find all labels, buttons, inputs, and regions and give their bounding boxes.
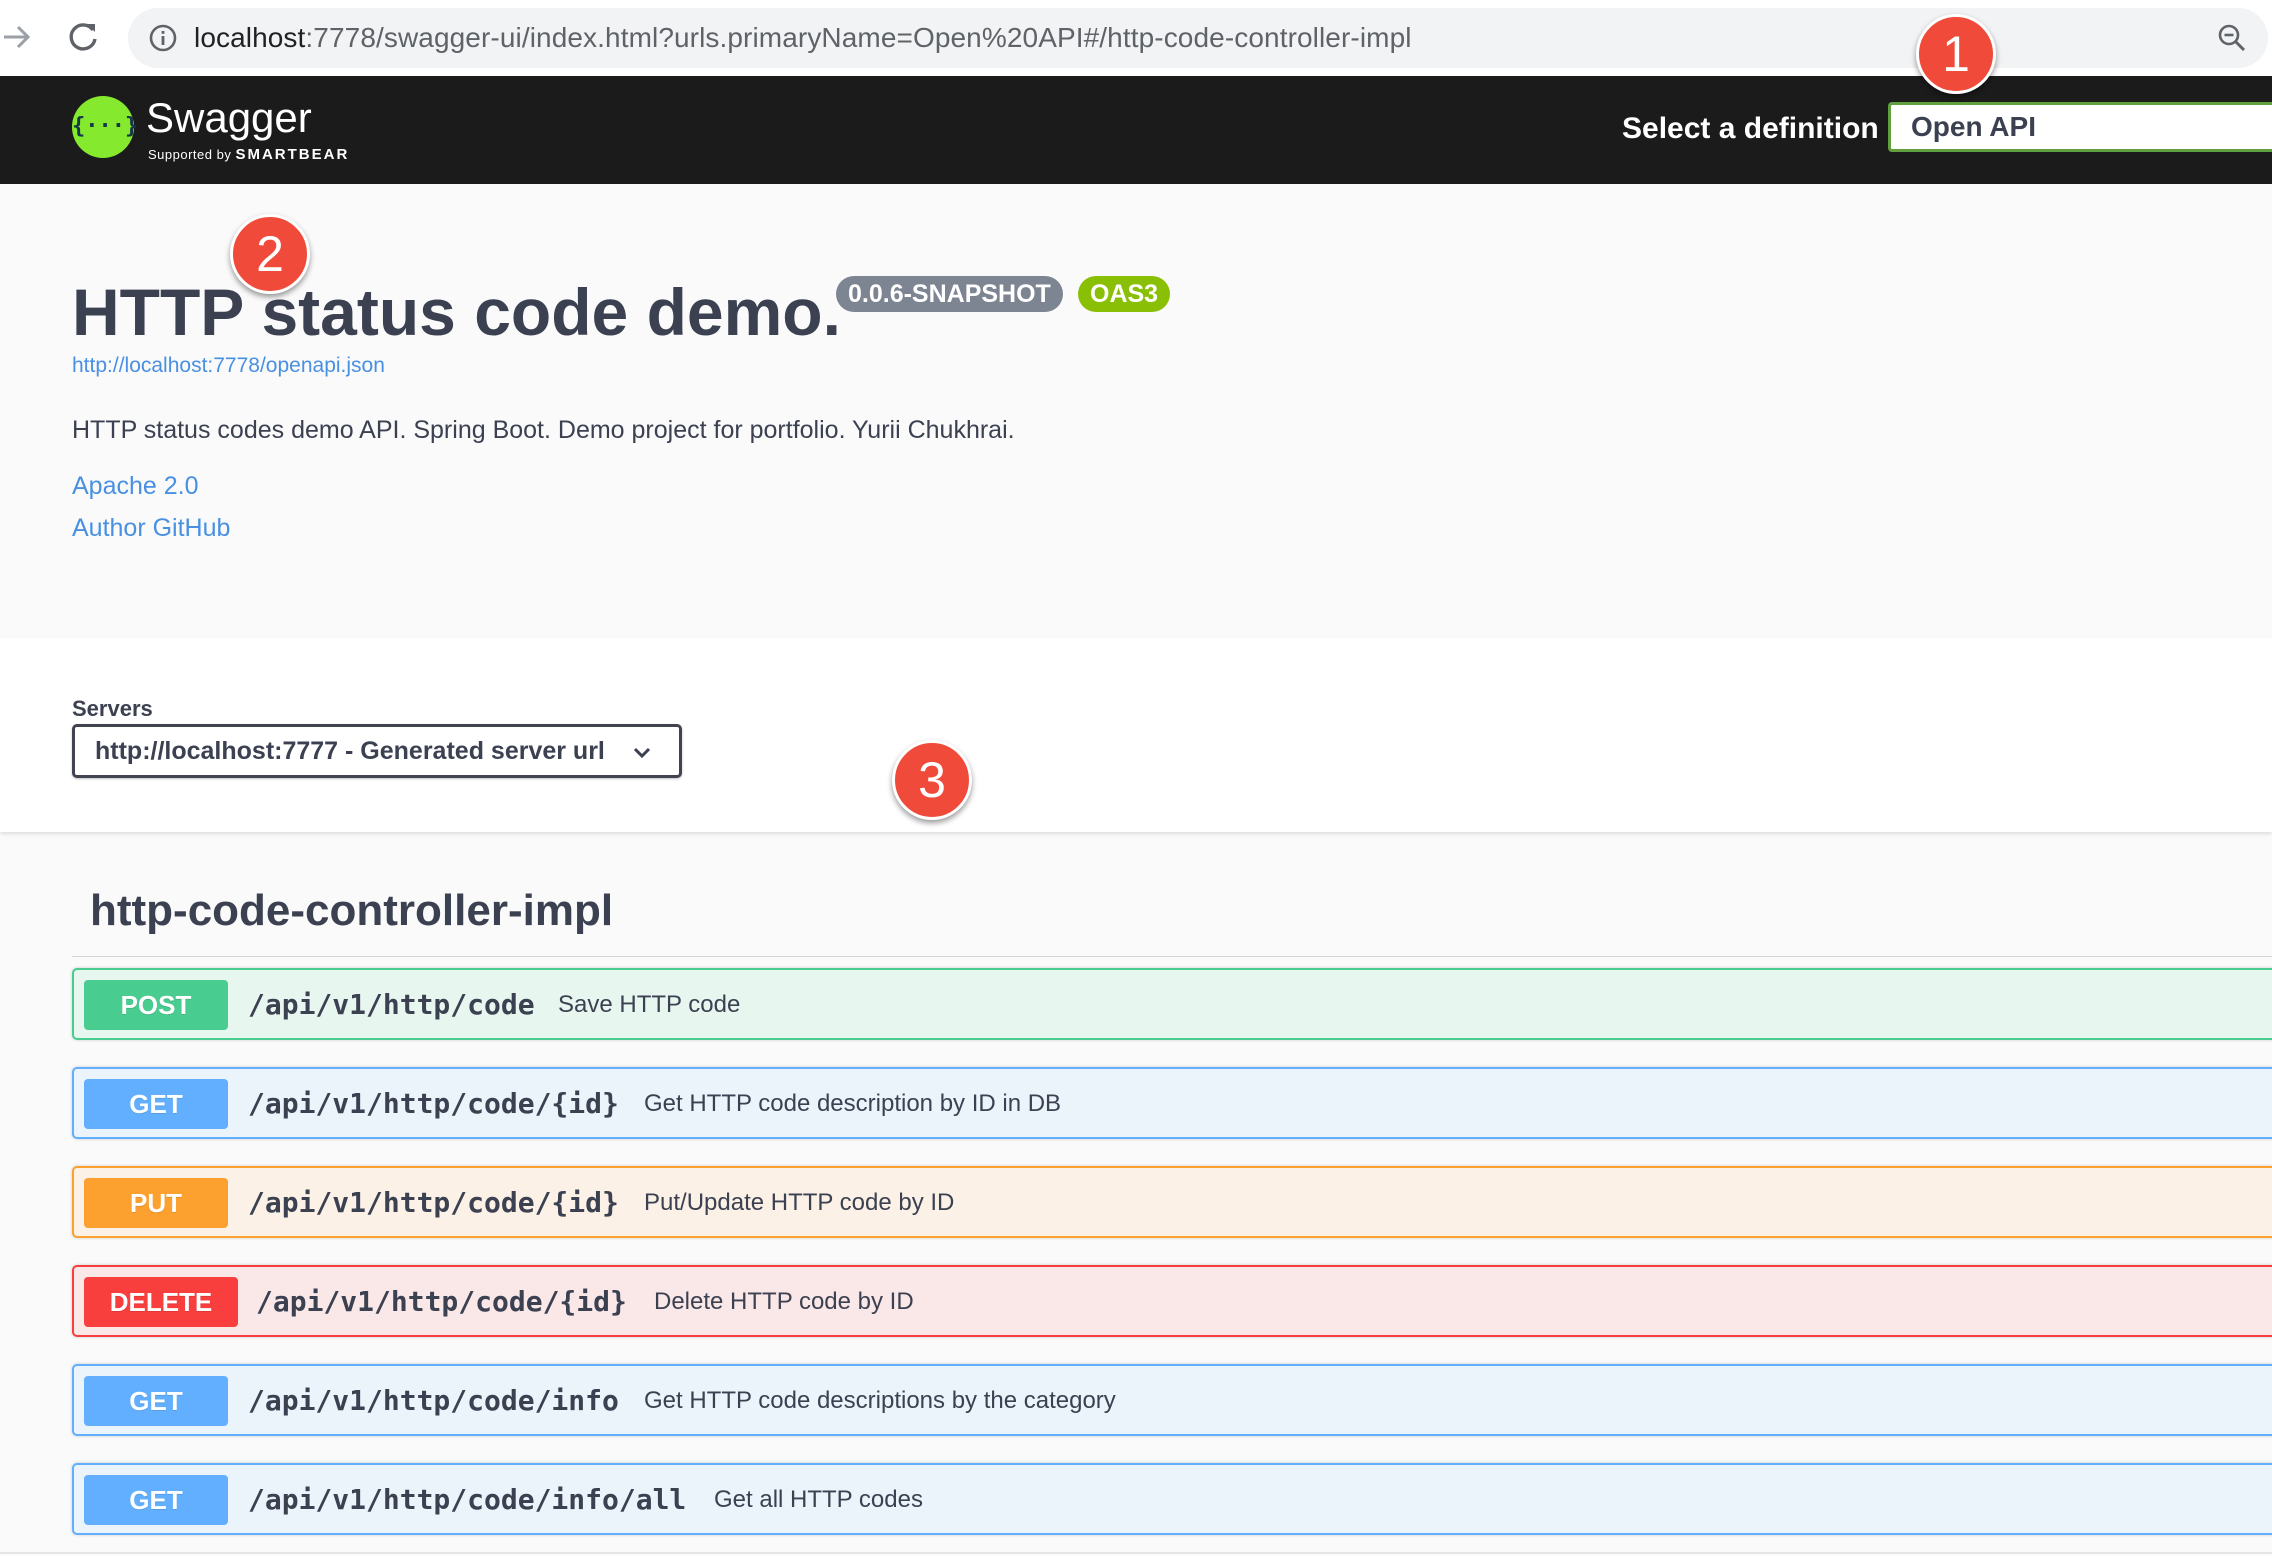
tag-divider <box>72 956 2272 957</box>
operation-path: /api/v1/http/code/info <box>248 1384 619 1417</box>
version-badge: 0.0.6-SNAPSHOT <box>836 276 1063 312</box>
opblock-get-http-code-info[interactable]: GET /api/v1/http/code/info Get HTTP code… <box>72 1364 2272 1436</box>
url-text: localhost:7778/swagger-ui/index.html?url… <box>194 22 1412 53</box>
spec-url-link[interactable]: http://localhost:7778/openapi.json <box>72 354 385 378</box>
callout-marker-3: 3 <box>892 740 972 820</box>
operation-summary: Save HTTP code <box>558 991 741 1018</box>
swagger-topbar: {···} Swagger Supported by SMARTBEAR Sel… <box>0 76 2272 184</box>
operation-summary: Get all HTTP codes <box>714 1486 923 1513</box>
servers-select[interactable]: http://localhost:7777 - Generated server… <box>72 724 682 778</box>
servers-section: Servers http://localhost:7777 - Generate… <box>0 638 2272 832</box>
opblock-put-http-code-id[interactable]: PUT /api/v1/http/code/{id} Put/Update HT… <box>72 1166 2272 1238</box>
oas-badge: OAS3 <box>1078 276 1171 312</box>
forward-icon[interactable] <box>0 14 40 60</box>
operation-summary: Get HTTP code descriptions by the catego… <box>644 1387 1116 1414</box>
method-badge: PUT <box>84 1178 228 1228</box>
callout-marker-2: 2 <box>230 214 310 294</box>
swagger-logo-icon: {···} <box>72 96 138 158</box>
opblock-post-http-code[interactable]: POST /api/v1/http/code Save HTTP code <box>72 968 2272 1040</box>
operation-summary: Delete HTTP code by ID <box>654 1288 914 1315</box>
opblock-get-http-code-info-all[interactable]: GET /api/v1/http/code/info/all Get all H… <box>72 1463 2272 1535</box>
servers-label: Servers <box>72 696 153 721</box>
method-badge: GET <box>84 1475 228 1525</box>
operation-path: /api/v1/http/code/info/all <box>248 1483 687 1516</box>
author-github-link[interactable]: Author GitHub <box>72 514 230 543</box>
definition-label: Select a definition <box>1622 112 1879 145</box>
method-badge: GET <box>84 1376 228 1426</box>
license-link[interactable]: Apache 2.0 <box>72 472 199 501</box>
method-badge: GET <box>84 1079 228 1129</box>
site-info-icon[interactable] <box>148 23 178 53</box>
logo-subtitle: Supported by SMARTBEAR <box>148 146 350 163</box>
opblock-delete-http-code-id[interactable]: DELETE /api/v1/http/code/{id} Delete HTT… <box>72 1265 2272 1337</box>
definition-select[interactable]: Open API <box>1888 102 2272 152</box>
tag-section-title[interactable]: http-code-controller-impl <box>90 886 613 936</box>
servers-selected-value: http://localhost:7777 - Generated server… <box>95 737 605 765</box>
page-title: HTTP status code demo. <box>72 275 841 349</box>
reload-icon[interactable] <box>60 14 106 60</box>
callout-marker-1: 1 <box>1916 14 1996 94</box>
method-badge: POST <box>84 980 228 1030</box>
operation-summary: Get HTTP code description by ID in DB <box>644 1090 1062 1117</box>
chevron-down-icon <box>633 747 651 759</box>
bottom-divider <box>0 1552 2272 1554</box>
api-info-section: HTTP status code demo. 0.0.6-SNAPSHOT OA… <box>0 184 2272 638</box>
operation-path: /api/v1/http/code/{id} <box>256 1285 627 1318</box>
logo-name: Swagger <box>146 94 312 141</box>
operation-path: /api/v1/http/code/{id} <box>248 1087 619 1120</box>
api-description: HTTP status codes demo API. Spring Boot.… <box>72 416 1015 444</box>
opblock-get-http-code-id[interactable]: GET /api/v1/http/code/{id} Get HTTP code… <box>72 1067 2272 1139</box>
method-badge: DELETE <box>84 1277 238 1327</box>
operation-path: /api/v1/http/code/{id} <box>248 1186 619 1219</box>
operation-summary: Put/Update HTTP code by ID <box>644 1189 955 1216</box>
operation-path: /api/v1/http/code <box>248 988 535 1021</box>
zoom-out-icon[interactable] <box>2216 22 2248 54</box>
